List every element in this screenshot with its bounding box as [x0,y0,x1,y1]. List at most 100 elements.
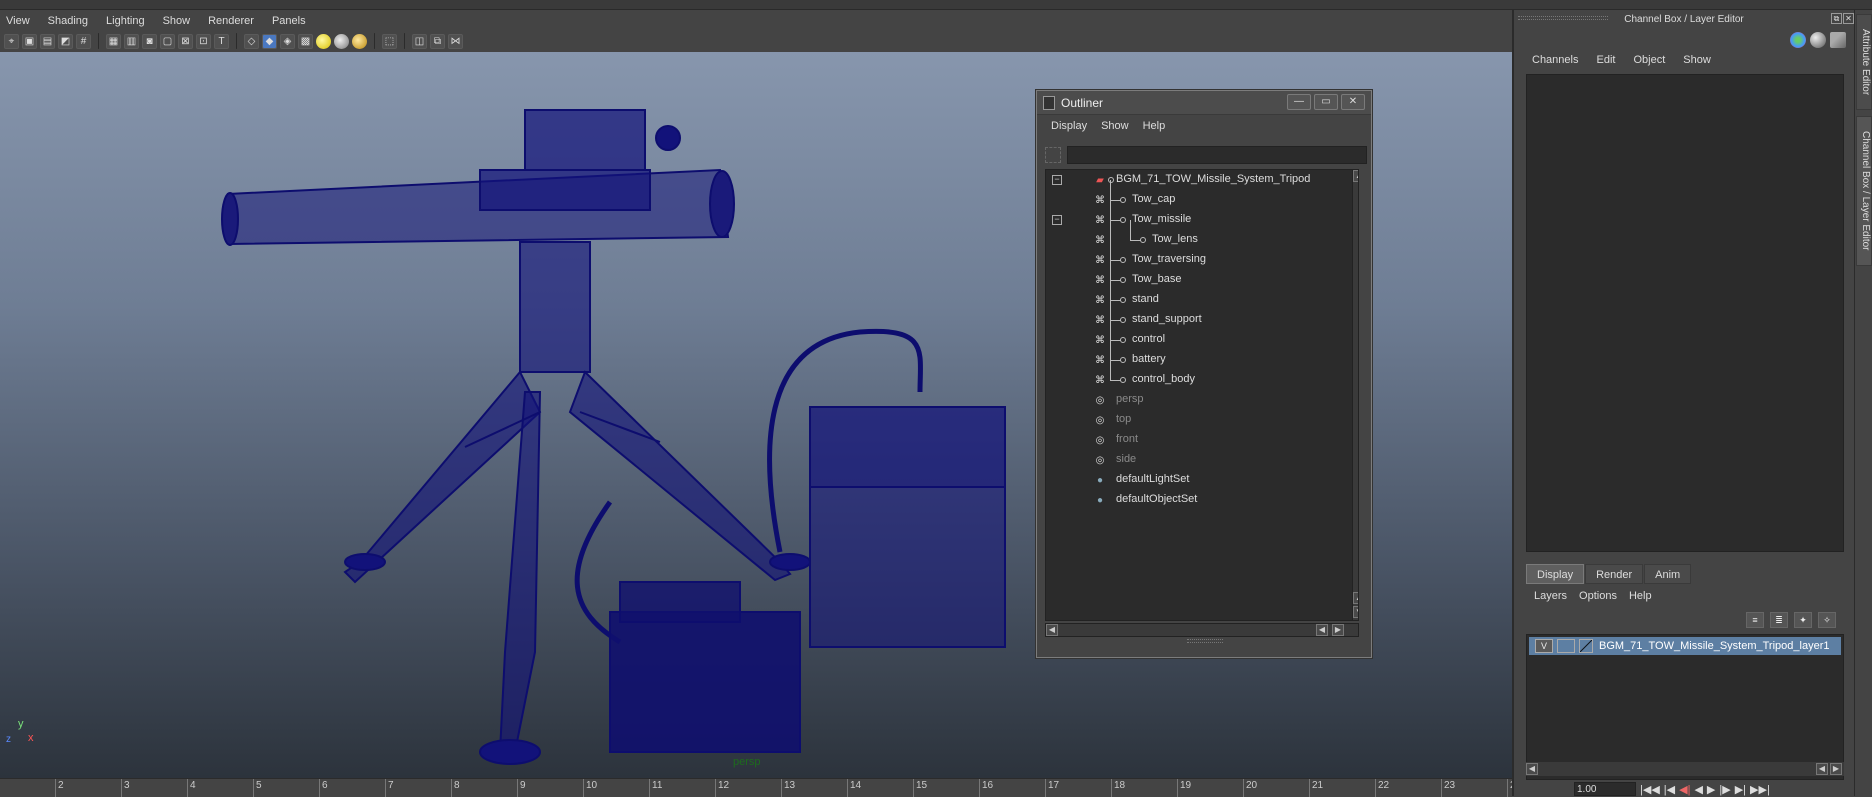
cb-menu-show[interactable]: Show [1683,54,1711,66]
outliner-row[interactable]: ⌘ battery [1046,350,1358,370]
outliner-menu-help[interactable]: Help [1143,120,1166,132]
outliner-row[interactable]: ⌘ Tow_cap [1046,190,1358,210]
go-to-end-icon[interactable]: ▶▶| [1750,783,1770,796]
default-light-icon[interactable] [316,33,331,49]
outliner-row[interactable]: ● defaultLightSet [1046,470,1358,490]
layer-visibility-toggle[interactable]: V [1535,639,1553,653]
scroll-up-button-2[interactable]: ▲ [1353,592,1358,604]
outliner-row[interactable]: − ⌘ Tow_missile [1046,210,1358,230]
layer-playback-toggle[interactable] [1557,639,1575,653]
xray-icon[interactable]: ◫ [412,33,427,49]
new-layer-from-selection-icon[interactable]: ✧ [1818,612,1836,628]
isolate-select-icon[interactable]: ⬚ [382,33,397,49]
outliner-row[interactable]: ⌘ stand_support [1046,310,1358,330]
scroll-down-button[interactable]: ▼ [1353,606,1358,618]
type-icon[interactable]: T [214,33,229,49]
step-back-key-icon[interactable]: |◀ [1664,783,1675,796]
play-forward-icon[interactable]: ▶ [1707,783,1715,796]
outliner-row[interactable]: ◎ side [1046,450,1358,470]
scroll-left-button-2[interactable]: ◀ [1316,624,1328,636]
smooth-shade-icon[interactable]: ◆ [262,33,277,49]
layer-scroll-right[interactable]: ▶ [1830,763,1842,775]
layer-menu-layers[interactable]: Layers [1534,590,1567,602]
outliner-search-input[interactable] [1067,146,1367,164]
layer-color-swatch[interactable] [1579,639,1593,653]
menu-renderer[interactable]: Renderer [208,15,254,27]
scroll-up-button[interactable]: ▲ [1353,170,1358,182]
outliner-vertical-scrollbar[interactable]: ▲ ▲ ▼ [1352,170,1358,620]
outliner-menu-display[interactable]: Display [1051,120,1087,132]
filter-icon[interactable] [1045,147,1061,163]
time-slider[interactable]: 23456789101112131415161718192021222324 [0,778,1521,797]
outliner-menu-show[interactable]: Show [1101,120,1129,132]
cb-menu-channels[interactable]: Channels [1532,54,1578,66]
scroll-left-button[interactable]: ◀ [1046,624,1058,636]
collapse-toggle-icon[interactable]: − [1052,215,1062,225]
step-forward-frame-icon[interactable]: |▶ [1719,783,1730,796]
outliner-row[interactable]: ⌘ control [1046,330,1358,350]
camera-attributes-icon[interactable]: ▣ [22,33,37,49]
outliner-horizontal-scrollbar[interactable]: ◀ ◀ ▶ [1045,623,1359,637]
safe-title-icon[interactable]: ⊡ [196,33,211,49]
cb-menu-edit[interactable]: Edit [1596,54,1615,66]
cb-menu-object[interactable]: Object [1633,54,1665,66]
menu-view[interactable]: View [6,15,30,27]
new-layer-icon[interactable]: ✦ [1794,612,1812,628]
all-lights-icon[interactable] [334,33,349,49]
field-chart-icon[interactable]: ▢ [160,33,175,49]
shadows-icon[interactable] [352,33,367,49]
tab-attribute-editor[interactable]: Attribute Editor [1856,14,1872,110]
image-plane-icon[interactable]: ◩ [58,33,73,49]
tab-channel-box-layer-editor[interactable]: Channel Box / Layer Editor [1856,116,1872,266]
shade-wireframe-icon[interactable]: ◈ [280,33,295,49]
sphere-icon[interactable] [1810,32,1826,48]
layer-horizontal-scrollbar[interactable]: ◀ ◀ ▶ [1526,762,1844,776]
pencil-icon[interactable] [1830,32,1846,48]
outliner-row[interactable]: ⌘ control_body [1046,370,1358,390]
layer-menu-options[interactable]: Options [1579,590,1617,602]
outliner-titlebar[interactable]: Outliner — ▭ ✕ [1037,91,1371,115]
float-button[interactable]: ⧉ [1831,13,1842,24]
current-frame-field[interactable] [1574,782,1636,796]
tab-display[interactable]: Display [1526,564,1585,584]
outliner-row[interactable]: ⌘ stand [1046,290,1358,310]
layer-scroll-left[interactable]: ◀ [1526,763,1538,775]
channel-list[interactable] [1526,74,1844,552]
step-back-frame-icon[interactable]: ◀| [1679,783,1690,796]
maximize-button[interactable]: ▭ [1314,94,1338,110]
close-button[interactable]: ✕ [1341,94,1365,110]
bookmarks-icon[interactable]: ▤ [40,33,55,49]
outliner-row[interactable]: ● defaultObjectSet [1046,490,1358,510]
go-to-start-icon[interactable]: |◀◀ [1640,783,1660,796]
close-panel-button[interactable]: ✕ [1843,13,1854,24]
resize-grip[interactable] [1187,639,1223,643]
outliner-row[interactable]: ⌘ Tow_lens [1046,230,1358,250]
tab-render[interactable]: Render [1585,564,1644,584]
outliner-row[interactable]: ◎ top [1046,410,1358,430]
gate-mask-icon[interactable]: ◙ [142,33,157,49]
safe-action-icon[interactable]: ⊠ [178,33,193,49]
outliner-row[interactable]: − ▰ BGM_71_TOW_Missile_System_Tripod [1046,170,1358,190]
grid-icon[interactable]: # [76,33,91,49]
menu-shading[interactable]: Shading [48,15,88,27]
collapse-toggle-icon[interactable]: − [1052,175,1062,185]
play-back-icon[interactable]: ◀ [1694,783,1702,796]
outliner-row[interactable]: ◎ front [1046,430,1358,450]
manipulator-icon[interactable] [1790,32,1806,48]
select-camera-icon[interactable]: ⌖ [4,33,19,49]
xray-components-icon[interactable]: ⋈ [448,33,463,49]
xray-joints-icon[interactable]: ⧉ [430,33,445,49]
tab-anim[interactable]: Anim [1644,564,1692,584]
wireframe-icon[interactable]: ◇ [244,33,259,49]
film-gate-icon[interactable]: ▦ [106,33,121,49]
menu-panels[interactable]: Panels [272,15,306,27]
minimize-button[interactable]: — [1287,94,1311,110]
textured-icon[interactable]: ▩ [298,33,313,49]
move-layer-down-icon[interactable]: ≣ [1770,612,1788,628]
menu-lighting[interactable]: Lighting [106,15,145,27]
layer-row[interactable]: V BGM_71_TOW_Missile_System_Tripod_layer… [1529,637,1841,655]
scroll-right-button[interactable]: ▶ [1332,624,1344,636]
menu-show[interactable]: Show [163,15,191,27]
step-forward-key-icon[interactable]: ▶| [1735,783,1746,796]
dock-handle[interactable] [1518,16,1608,20]
